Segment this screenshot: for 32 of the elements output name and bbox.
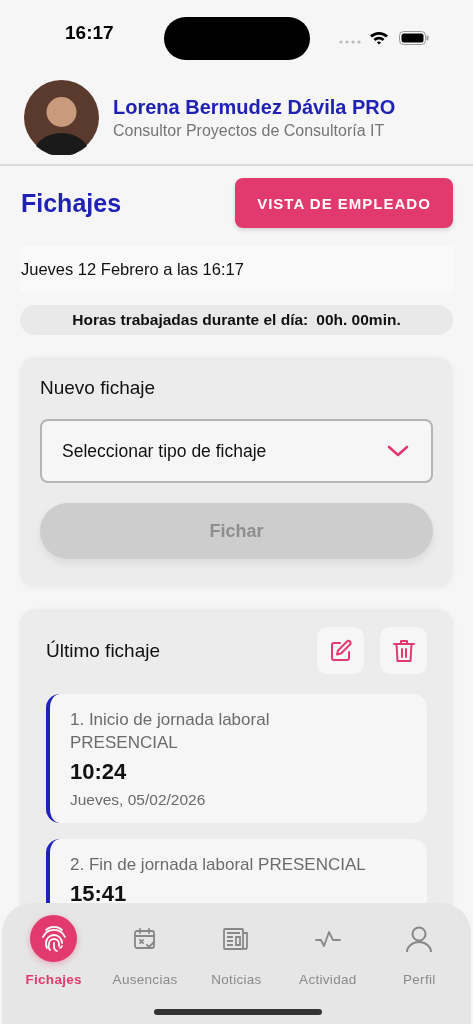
hours-label: Horas trabajadas durante el día: bbox=[72, 311, 309, 329]
page-title: Fichajes bbox=[21, 188, 122, 218]
record-time: 10:24 bbox=[70, 759, 128, 785]
battery-icon bbox=[399, 31, 429, 45]
user-role: Consultor Proyectos de Consultoría IT bbox=[113, 121, 386, 140]
edit-button[interactable] bbox=[317, 627, 364, 674]
person-icon bbox=[405, 924, 434, 953]
hours-value: 00h. 00min. bbox=[316, 311, 401, 329]
user-name: Lorena Bermudez Dávila PRO bbox=[113, 95, 396, 119]
tab-item[interactable]: Perfil bbox=[374, 915, 465, 987]
record-type: 1. Inicio de jornada laboral PRESENCIAL bbox=[70, 709, 271, 754]
status-time: 16:17 bbox=[65, 22, 114, 44]
wifi-icon bbox=[369, 30, 389, 45]
record-time: 15:41 bbox=[70, 881, 128, 907]
tab-item[interactable]: Actividad bbox=[282, 915, 373, 987]
card-title: Último fichaje bbox=[46, 639, 161, 662]
newspaper-icon bbox=[222, 925, 251, 952]
entry-type-dropdown[interactable]: Seleccionar tipo de fichaje bbox=[40, 419, 433, 483]
delete-button[interactable] bbox=[380, 627, 427, 674]
record-type: 2. Fin de jornada laboral PRESENCIAL bbox=[70, 854, 367, 876]
trash-icon bbox=[392, 638, 415, 663]
chevron-down-icon bbox=[387, 445, 409, 457]
record-date: Jueves, 05/02/2026 bbox=[70, 791, 207, 809]
signal-icon bbox=[339, 40, 361, 44]
tab-item[interactable]: Fichajes bbox=[8, 915, 99, 987]
card-title: Nuevo fichaje bbox=[40, 377, 157, 399]
tab-item[interactable]: Noticias bbox=[191, 915, 282, 987]
avatar-icon bbox=[24, 80, 99, 155]
edit-icon bbox=[328, 638, 353, 663]
employee-view-button[interactable]: VISTA DE EMPLEADO bbox=[235, 178, 453, 228]
tab-item[interactable]: Ausencias bbox=[100, 915, 191, 987]
pulse-icon bbox=[314, 929, 341, 948]
